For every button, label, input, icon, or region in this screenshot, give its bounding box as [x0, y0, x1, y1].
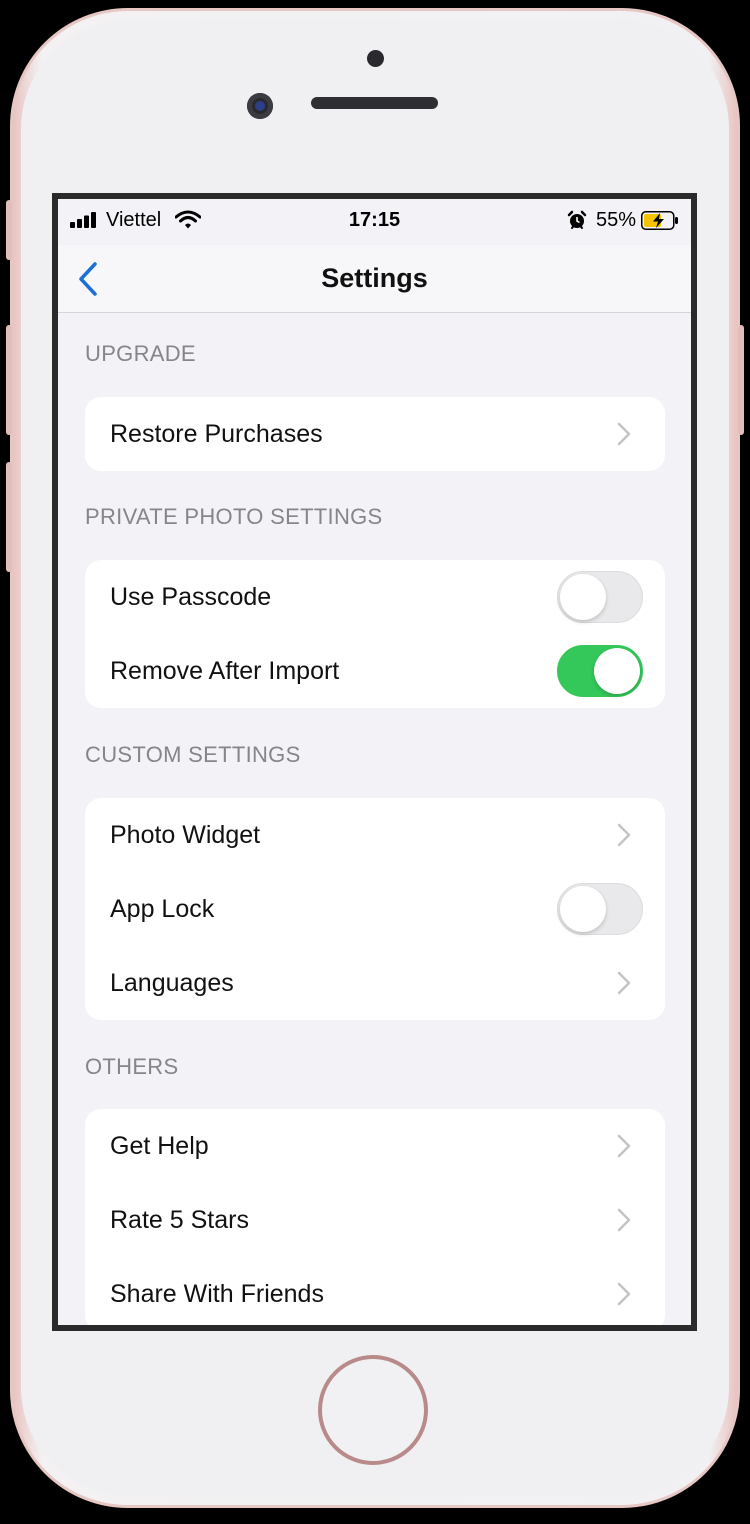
power-button — [738, 325, 744, 435]
row-app-lock: App Lock — [85, 872, 665, 946]
row-label: Rate 5 Stars — [110, 1205, 249, 1234]
row-get-help[interactable]: Get Help — [85, 1109, 665, 1183]
row-label: App Lock — [110, 894, 215, 923]
row-photo-widget[interactable]: Photo Widget — [85, 798, 665, 872]
row-label: Restore Purchases — [110, 419, 323, 448]
group-others: Get Help Rate 5 Stars Share With Friends — [85, 1109, 665, 1325]
chevron-right-icon — [617, 1282, 631, 1306]
front-camera — [247, 93, 273, 119]
toggle-knob — [560, 886, 606, 932]
page-title: Settings — [321, 263, 428, 293]
section-header-upgrade: UPGRADE — [85, 341, 196, 366]
section-header-private-photo-settings: PRIVATE PHOTO SETTINGS — [85, 504, 383, 529]
chevron-right-icon — [617, 823, 631, 847]
remove-after-import-toggle[interactable] — [557, 645, 643, 697]
row-remove-after-import: Remove After Import — [85, 634, 665, 708]
app-lock-toggle[interactable] — [557, 883, 643, 935]
chevron-right-icon — [617, 422, 631, 446]
row-use-passcode: Use Passcode — [85, 560, 665, 634]
row-rate-5-stars[interactable]: Rate 5 Stars — [85, 1183, 665, 1257]
alarm-icon — [567, 210, 587, 229]
row-label: Use Passcode — [110, 582, 272, 611]
chevron-right-icon — [617, 971, 631, 995]
toggle-knob — [594, 648, 640, 694]
section-header-others: OTHERS — [85, 1054, 179, 1079]
group-upgrade: Restore Purchases — [85, 397, 665, 471]
row-label: Share With Friends — [110, 1279, 324, 1308]
screen: Viettel 17:15 55% Settings UPGRADE Resto… — [52, 193, 697, 1331]
group-private-photo-settings: Use Passcode Remove After Import — [85, 560, 665, 708]
earpiece-speaker — [311, 97, 438, 109]
row-share-with-friends[interactable]: Share With Friends — [85, 1257, 665, 1325]
section-header-custom-settings: CUSTOM SETTINGS — [85, 742, 301, 767]
proximity-sensor — [367, 50, 384, 67]
row-label: Photo Widget — [110, 820, 261, 849]
row-label: Get Help — [110, 1131, 209, 1160]
toggle-knob — [560, 574, 606, 620]
status-bar: Viettel 17:15 55% — [58, 199, 691, 245]
chevron-right-icon — [617, 1208, 631, 1232]
mute-switch — [6, 200, 12, 260]
navigation-bar: Settings — [58, 245, 691, 313]
use-passcode-toggle[interactable] — [557, 571, 643, 623]
chevron-right-icon — [617, 1134, 631, 1158]
battery-charging-icon — [641, 211, 678, 230]
row-restore-purchases[interactable]: Restore Purchases — [85, 397, 665, 471]
group-custom-settings: Photo Widget App Lock Languages — [85, 798, 665, 1020]
row-label: Remove After Import — [110, 656, 340, 685]
row-languages[interactable]: Languages — [85, 946, 665, 1020]
row-label: Languages — [110, 968, 234, 997]
battery-percent: 55% — [595, 209, 636, 231]
volume-up-button — [6, 325, 12, 435]
volume-down-button — [6, 462, 12, 572]
home-button[interactable] — [318, 1355, 428, 1465]
